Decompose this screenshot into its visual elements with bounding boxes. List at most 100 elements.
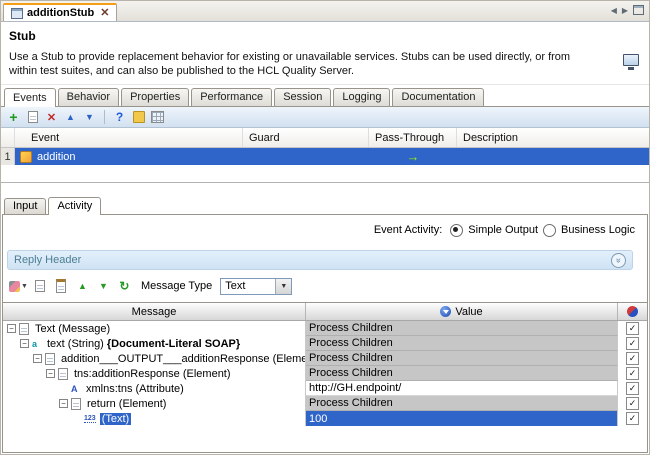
message-column-header[interactable]: Message [3, 303, 306, 320]
help-button[interactable]: ? [111, 109, 128, 125]
tab-properties[interactable]: Properties [121, 88, 189, 106]
tree-row-text-value[interactable]: (Text) 100 [3, 411, 647, 426]
tab-input[interactable]: Input [4, 198, 46, 214]
tab-session[interactable]: Session [274, 88, 331, 106]
event-row-addition[interactable]: 1 addition → [1, 148, 649, 165]
value-cell[interactable]: Process Children [306, 396, 618, 411]
stub-header: Stub Use a Stub to provide replacement b… [1, 22, 649, 85]
node-label[interactable]: tns:additionResponse (Element) [72, 368, 233, 380]
description-cell[interactable] [457, 148, 649, 165]
include-checkbox[interactable] [626, 352, 639, 365]
stub-icon [11, 8, 23, 19]
value-column-header[interactable]: Value [306, 303, 618, 320]
radio-business-logic[interactable] [543, 224, 556, 237]
combo-arrow-icon: ▼ [275, 279, 291, 294]
stub-tab-strip: Events Behavior Properties Performance S… [1, 85, 649, 106]
node-label[interactable]: (Text) [100, 413, 132, 425]
tree-row-xmlns-tns[interactable]: xmlns:tns (Attribute) http://GH.endpoint… [3, 381, 647, 396]
events-toolbar: + ✕ ▲ ▼ ? [1, 107, 649, 128]
bookmark-button[interactable] [130, 109, 147, 125]
event-column-header[interactable]: Event [15, 128, 243, 147]
document-tab-additionstub[interactable]: additionStub ✕ [3, 3, 117, 21]
tree-expander[interactable] [20, 339, 29, 348]
value-cell[interactable]: Process Children [306, 336, 618, 351]
delete-event-button[interactable]: ✕ [43, 109, 60, 125]
value-cell[interactable]: Process Children [306, 366, 618, 381]
tab-documentation[interactable]: Documentation [392, 88, 484, 106]
node-label[interactable]: xmlns:tns (Attribute) [84, 383, 186, 395]
tree-expander[interactable] [46, 369, 55, 378]
include-checkbox[interactable] [626, 382, 639, 395]
include-column-icon [627, 306, 638, 317]
message-table-header: Message Value [3, 303, 647, 321]
document-tab-title: additionStub [27, 7, 94, 19]
collapse-chevron-icon[interactable]: » [611, 253, 626, 268]
include-checkbox[interactable] [626, 337, 639, 350]
include-checkbox[interactable] [626, 397, 639, 410]
include-checkbox[interactable] [626, 322, 639, 335]
tree-row-text-message[interactable]: Text (Message) Process Children [3, 321, 647, 336]
tab-activity[interactable]: Activity [48, 197, 101, 215]
tree-expander[interactable] [33, 354, 42, 363]
add-event-button[interactable]: + [5, 109, 22, 125]
copy-event-button[interactable] [24, 109, 41, 125]
move-field-down-button[interactable]: ▼ [95, 278, 112, 294]
tree-expander[interactable] [59, 399, 68, 408]
tree-expander[interactable] [7, 324, 16, 333]
message-type-label: Message Type [141, 280, 212, 292]
format-brush-button[interactable]: ▼ [9, 278, 28, 294]
node-label[interactable]: return (Element) [85, 398, 168, 410]
tab-events[interactable]: Events [4, 88, 56, 107]
pass-through-column-header[interactable]: Pass-Through [369, 128, 457, 147]
event-subtab-strip: Input Activity [1, 196, 649, 214]
value-cell[interactable]: 100 [306, 411, 618, 426]
node-label[interactable]: addition___OUTPUT___additionResponse (El… [59, 353, 306, 365]
move-event-up-button[interactable]: ▲ [62, 109, 79, 125]
element-node-icon [71, 398, 81, 410]
restore-window-icon[interactable] [633, 5, 644, 15]
radio-business-logic-label[interactable]: Business Logic [561, 224, 635, 236]
node-label[interactable]: Text (Message) [33, 323, 112, 335]
radio-simple-output-label[interactable]: Simple Output [468, 224, 538, 236]
event-activity-label: Event Activity: [374, 224, 442, 236]
tree-row-tns-additionresponse[interactable]: tns:additionResponse (Element) Process C… [3, 366, 647, 381]
guard-column-header[interactable]: Guard [243, 128, 369, 147]
include-checkbox[interactable] [626, 367, 639, 380]
string-node-icon [32, 339, 41, 349]
numeric-text-node-icon [84, 415, 96, 423]
tree-row-return[interactable]: return (Element) Process Children [3, 396, 647, 411]
radio-simple-output[interactable] [450, 224, 463, 237]
value-cell[interactable]: http://GH.endpoint/ [306, 381, 618, 396]
include-column-header[interactable] [618, 303, 647, 320]
tab-behavior[interactable]: Behavior [58, 88, 119, 106]
copy-field-button[interactable] [32, 278, 49, 294]
message-type-value: Text [221, 280, 275, 292]
value-cell[interactable]: Process Children [306, 321, 618, 336]
row-number-column-header [1, 128, 15, 147]
nav-forward-icon[interactable]: ▶ [622, 6, 628, 15]
description-column-header[interactable]: Description [457, 128, 649, 147]
value-cell[interactable]: Process Children [306, 351, 618, 366]
pass-through-cell[interactable]: → [369, 148, 457, 165]
pass-through-arrow-icon: → [407, 150, 420, 163]
close-tab-icon[interactable]: ✕ [100, 8, 109, 19]
tab-logging[interactable]: Logging [333, 88, 390, 106]
event-cell[interactable]: addition [15, 148, 243, 165]
quality-server-icon [623, 54, 639, 70]
node-label[interactable]: text (String) {Document-Literal SOAP} [45, 338, 242, 350]
tab-performance[interactable]: Performance [191, 88, 272, 106]
include-checkbox[interactable] [626, 412, 639, 425]
refresh-button[interactable]: ↻ [116, 278, 133, 294]
tree-row-text-string[interactable]: text (String) {Document-Literal SOAP} Pr… [3, 336, 647, 351]
move-event-down-button[interactable]: ▼ [81, 109, 98, 125]
nav-back-icon[interactable]: ◀ [611, 6, 617, 15]
guard-cell[interactable] [243, 148, 369, 165]
spacer [1, 183, 649, 196]
reply-header-section[interactable]: Reply Header » [7, 250, 633, 270]
message-type-select[interactable]: Text ▼ [220, 278, 292, 295]
paste-field-button[interactable] [53, 278, 70, 294]
tree-row-addition-output[interactable]: addition___OUTPUT___additionResponse (El… [3, 351, 647, 366]
move-field-up-button[interactable]: ▲ [74, 278, 91, 294]
element-node-icon [58, 368, 68, 380]
grid-view-button[interactable] [149, 109, 166, 125]
